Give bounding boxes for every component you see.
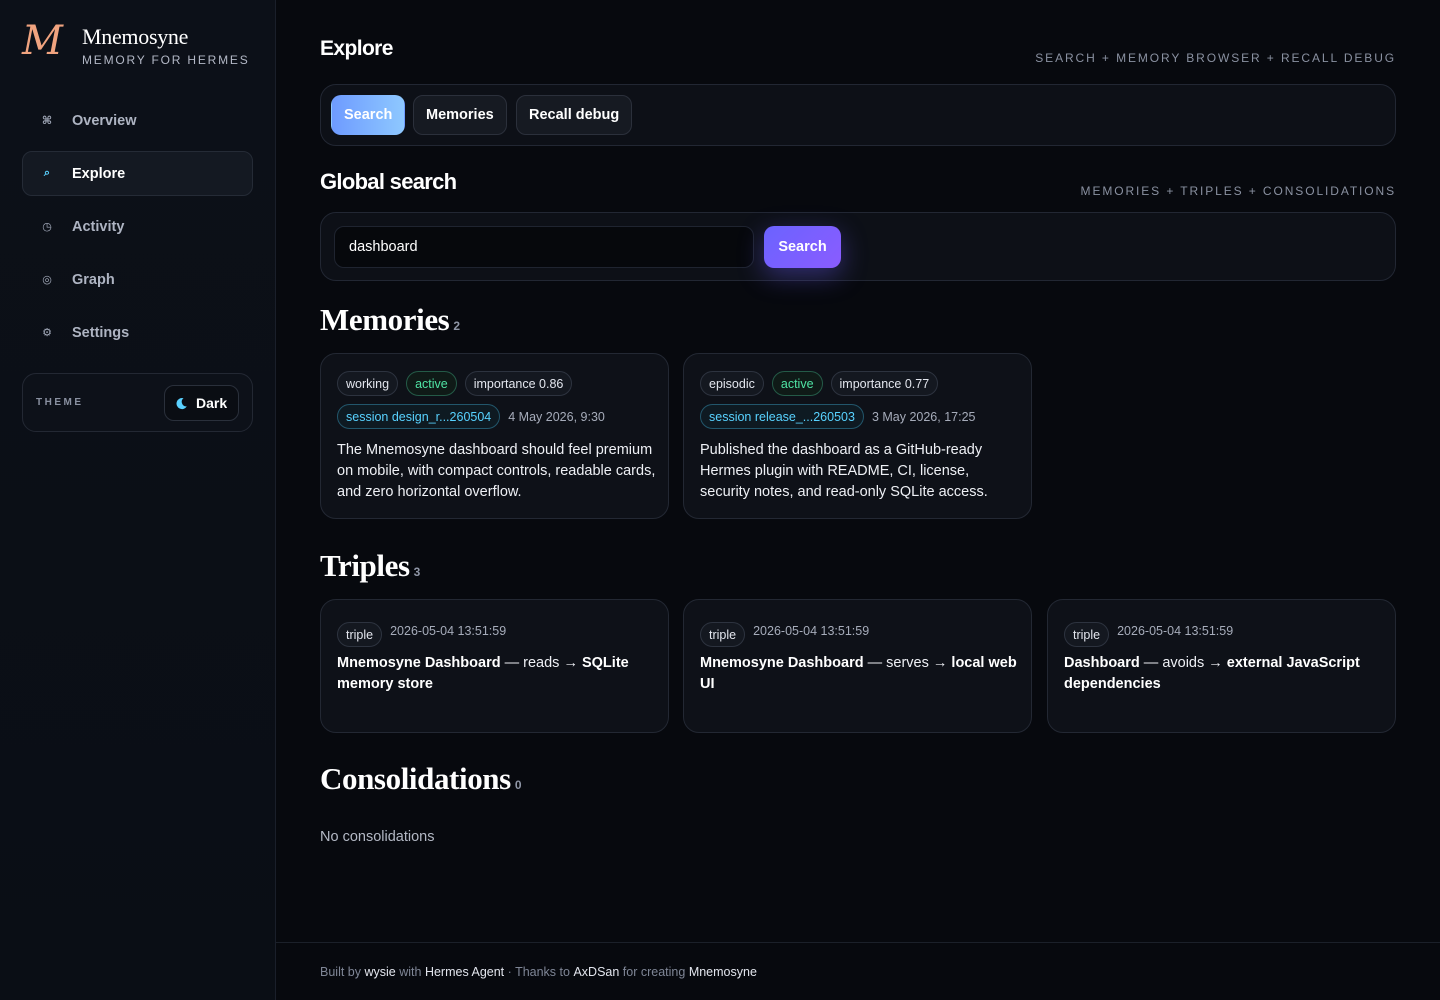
gear-icon: ⚙ (42, 327, 52, 339)
triple-predicate: avoids (1162, 655, 1205, 671)
memory-session-row: session release_...260503 3 May 2026, 17… (700, 404, 975, 429)
theme-toggle-button[interactable]: Dark (164, 385, 239, 421)
arrow-right-icon: → (932, 655, 948, 671)
consolidations-empty: No consolidations (320, 829, 435, 845)
triple-card[interactable]: triple 2026-05-04 13:51:59 Mnemosyne Das… (320, 599, 669, 733)
sidebar-item-label: Explore (72, 165, 126, 182)
consolidations-count: 0 (514, 778, 522, 792)
sidebar-item-explore[interactable]: ⌕ Explore (22, 151, 253, 196)
search-button[interactable]: Search (764, 226, 841, 268)
theme-label: THEME (36, 397, 84, 408)
sidebar-item-label: Graph (72, 271, 115, 288)
triple-text: Dashboard — avoids → external JavaScript… (1064, 655, 1360, 692)
footer-author-link[interactable]: wysie (364, 965, 395, 979)
memories-count: 2 (453, 319, 460, 333)
triple-timestamp: 2026-05-04 13:51:59 (753, 623, 870, 638)
memory-chips: episodic active importance 0.77 (700, 371, 939, 396)
consolidations-title: Consolidations (320, 761, 511, 796)
memory-card[interactable]: episodic active importance 0.77 session … (683, 353, 1032, 519)
footer-creator-link[interactable]: AxDSan (573, 965, 619, 979)
search-icon: ⌕ (43, 167, 51, 179)
triple-timestamp: 2026-05-04 13:51:59 (1117, 623, 1234, 638)
page-title: Explore (320, 37, 393, 60)
status-badge: active (406, 371, 457, 396)
target-icon: ◎ (42, 274, 52, 286)
memory-date: 4 May 2026, 9:30 (508, 409, 605, 424)
session-badge[interactable]: session release_...260503 (700, 404, 864, 429)
memory-chips: working active importance 0.86 (337, 371, 573, 396)
triple-meta-row: triple 2026-05-04 13:51:59 (1064, 616, 1233, 647)
memories-title: Memories (320, 302, 450, 337)
triple-badge: triple (700, 622, 746, 647)
triple-text: Mnemosyne Dashboard — serves → local web… (700, 655, 1017, 692)
arrow-right-icon: → (563, 655, 578, 671)
footer: Built by wysie with Hermes Agent · Thank… (276, 942, 1440, 1000)
triple-subject: Dashboard (1064, 655, 1140, 671)
triple-card[interactable]: triple 2026-05-04 13:51:59 Mnemosyne Das… (683, 599, 1032, 733)
session-badge[interactable]: session design_r...260504 (337, 404, 501, 429)
sidebar-item-settings[interactable]: ⚙ Settings (22, 310, 253, 355)
sidebar: M Mnemosyne MEMORY FOR HERMES ⌘ Overview… (0, 0, 276, 1000)
page-kicker: SEARCH + MEMORY BROWSER + RECALL DEBUG (1035, 51, 1396, 65)
theme-value: Dark (196, 395, 228, 411)
footer-thanks: · Thanks to (507, 964, 570, 979)
clock-icon: ◷ (42, 221, 52, 233)
tab-memories[interactable]: Memories (413, 95, 507, 135)
footer-project-link[interactable]: Mnemosyne (689, 965, 757, 979)
memory-type-badge: episodic (700, 371, 764, 396)
sidebar-item-overview[interactable]: ⌘ Overview (22, 98, 253, 143)
sidebar-item-label: Settings (72, 324, 130, 341)
tab-bar: Search Memories Recall debug (320, 84, 1396, 146)
importance-badge: importance 0.77 (830, 371, 939, 396)
triple-meta-row: triple 2026-05-04 13:51:59 (700, 616, 869, 647)
global-search-kicker: MEMORIES + TRIPLES + CONSOLIDATIONS (1080, 184, 1396, 198)
triple-badge: triple (337, 622, 383, 647)
triples-heading: Triples 3 (320, 548, 420, 584)
logo-monogram: M (22, 18, 63, 64)
arrow-right-icon: → (1208, 655, 1223, 671)
triple-card[interactable]: triple 2026-05-04 13:51:59 Dashboard — a… (1047, 599, 1396, 733)
importance-badge: importance 0.86 (464, 371, 573, 396)
footer-built-by: Built by (320, 964, 361, 979)
sidebar-item-graph[interactable]: ◎ Graph (22, 257, 253, 302)
tab-recall-debug[interactable]: Recall debug (516, 95, 633, 135)
sidebar-item-label: Overview (72, 112, 137, 129)
memory-card[interactable]: working active importance 0.86 session d… (320, 353, 669, 519)
memory-date: 3 May 2026, 17:25 (871, 409, 976, 424)
status-badge: active (771, 371, 823, 396)
memory-text: Published the dashboard as a GitHub-read… (700, 442, 988, 500)
sidebar-item-label: Activity (72, 218, 125, 235)
footer-with: with (399, 964, 422, 979)
triple-badge: triple (1064, 622, 1110, 647)
memory-type-badge: working (337, 371, 399, 396)
triple-subject: Mnemosyne Dashboard (337, 655, 501, 671)
consolidations-heading: Consolidations 0 (320, 761, 522, 797)
triple-text: Mnemosyne Dashboard — reads → SQLite mem… (337, 655, 629, 692)
moon-icon (176, 397, 187, 409)
triples-title: Triples (320, 548, 410, 583)
triple-meta-row: triple 2026-05-04 13:51:59 (337, 616, 506, 647)
footer-for-creating: for creating (622, 964, 686, 979)
search-input[interactable] (334, 226, 754, 268)
memory-session-row: session design_r...260504 4 May 2026, 9:… (337, 404, 605, 429)
footer-tool-link[interactable]: Hermes Agent (425, 965, 504, 979)
sidebar-item-activity[interactable]: ◷ Activity (22, 204, 253, 249)
triple-timestamp: 2026-05-04 13:51:59 (390, 623, 507, 638)
triple-predicate: reads (523, 655, 560, 671)
tab-search[interactable]: Search (331, 95, 406, 135)
triples-count: 3 (413, 565, 421, 579)
memories-heading: Memories 2 (320, 302, 460, 338)
sidebar-nav: ⌘ Overview ⌕ Explore ◷ Activity ◎ Graph … (22, 98, 253, 363)
brand-logo[interactable]: M Mnemosyne MEMORY FOR HERMES (22, 20, 262, 70)
global-search-title: Global search (320, 169, 457, 194)
memory-text: The Mnemosyne dashboard should feel prem… (337, 442, 656, 500)
theme-panel: THEME Dark (22, 373, 253, 432)
search-panel: Search (320, 212, 1396, 281)
command-icon: ⌘ (41, 115, 53, 127)
brand-name: Mnemosyne (82, 24, 189, 49)
triple-predicate: serves (886, 655, 929, 671)
brand-subtitle: MEMORY FOR HERMES (82, 53, 250, 67)
triple-subject: Mnemosyne Dashboard (700, 655, 864, 671)
